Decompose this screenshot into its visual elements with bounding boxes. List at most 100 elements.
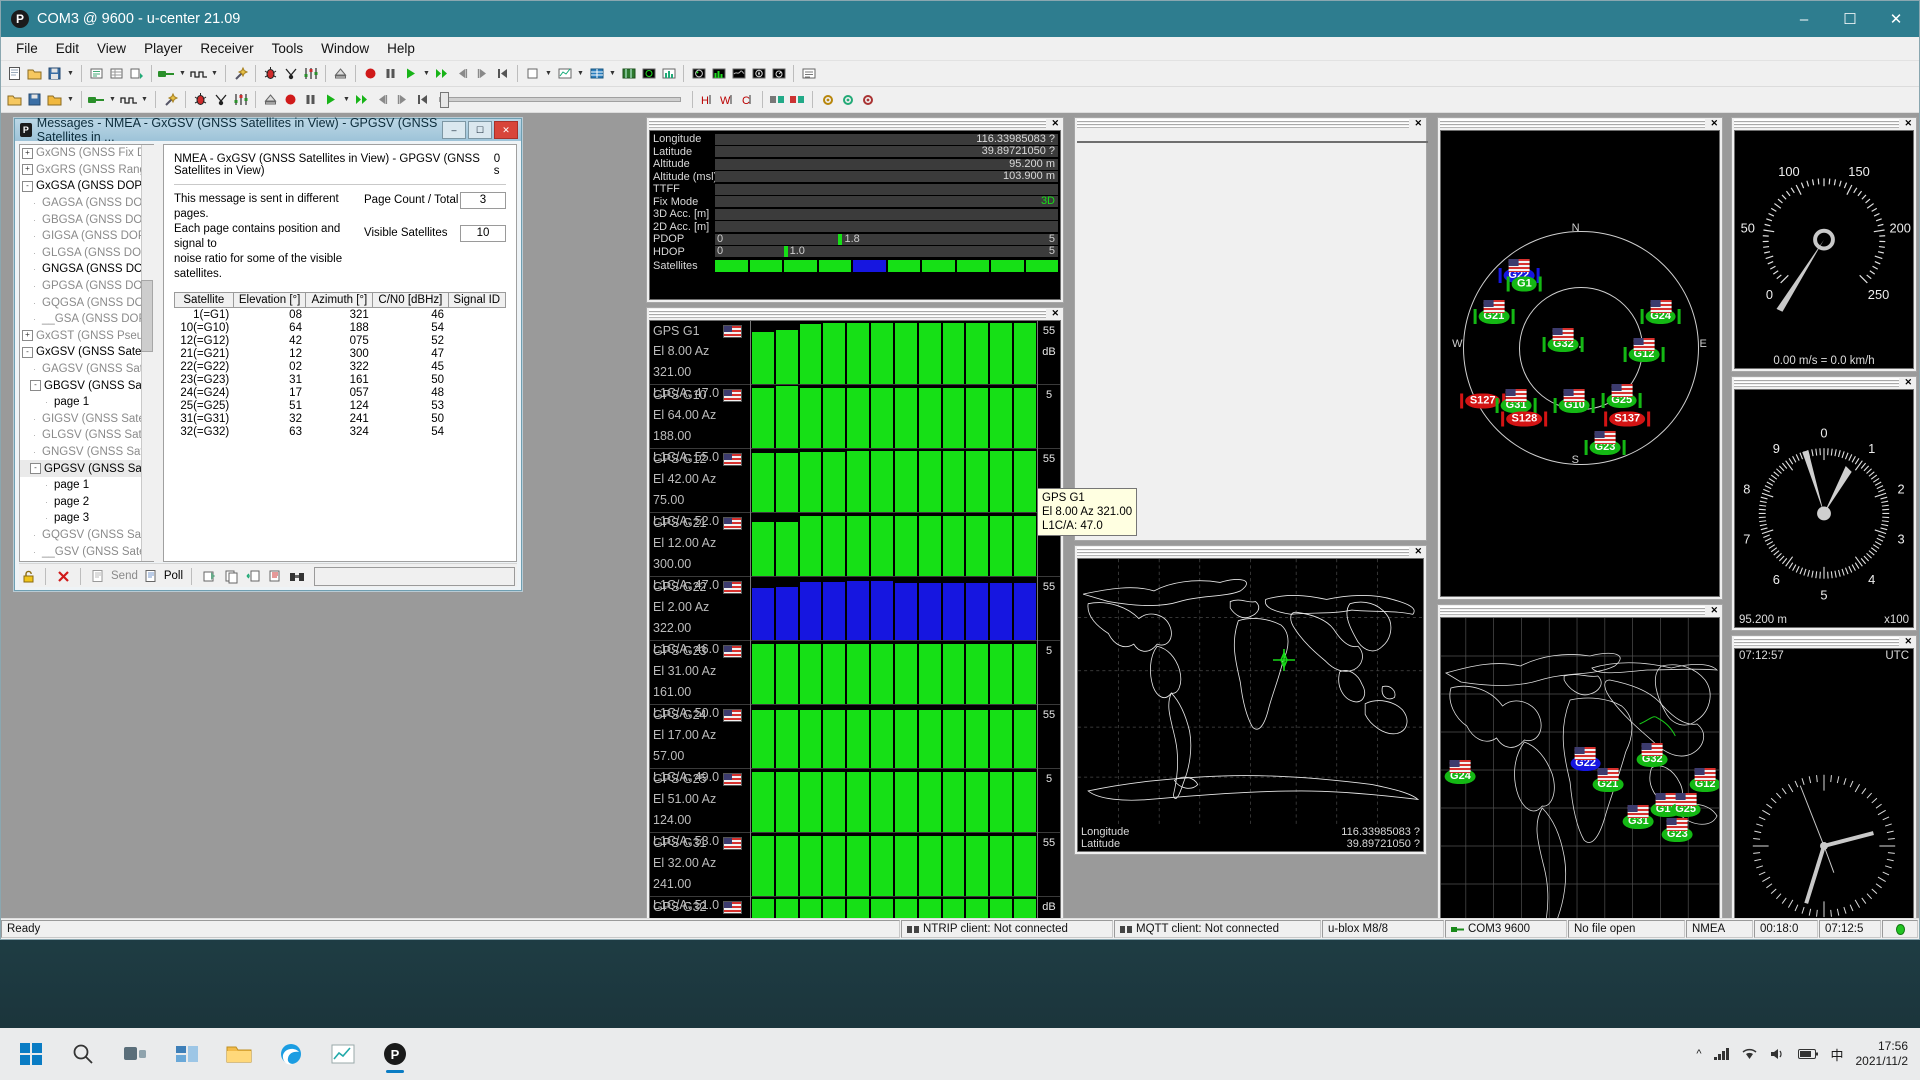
tree-leaf-icon[interactable]: · [42, 480, 51, 490]
tray-chevron-icon[interactable]: ^ [1696, 1048, 1701, 1060]
ground-track-canvas[interactable]: G24G22G21G32G12G10G25G31G23 [1440, 617, 1720, 918]
connect-icon[interactable] [157, 64, 176, 83]
debug-bug-icon[interactable] [261, 64, 280, 83]
drag-grip[interactable] [649, 309, 1046, 318]
epoch-dropdown-icon[interactable]: ▼ [543, 70, 554, 77]
collapse-icon[interactable]: - [22, 181, 33, 192]
tree-item[interactable]: ·__GSV (GNSS Satellite [20, 543, 154, 560]
port-connect-icon[interactable] [87, 90, 106, 109]
ground-track-satellite[interactable]: G21 [1592, 768, 1623, 792]
open-logfile-icon[interactable] [5, 90, 24, 109]
pause-icon[interactable] [381, 64, 400, 83]
tree-leaf-icon[interactable]: · [30, 530, 39, 540]
tree-item[interactable]: ·GAGSV (GNSS Satelli [20, 361, 154, 378]
signal-row-bars[interactable] [751, 449, 1037, 513]
baudrate-icon[interactable] [189, 64, 208, 83]
clear-messages-icon[interactable] [200, 567, 218, 585]
config-sliders-icon[interactable] [231, 90, 250, 109]
sky-satellite[interactable]: G23 [1590, 431, 1621, 455]
save-dropdown-icon[interactable]: ▼ [65, 70, 76, 77]
drag-grip[interactable] [1734, 637, 1899, 646]
record-list-icon[interactable] [87, 64, 106, 83]
network-icon[interactable] [1713, 1047, 1729, 1061]
widgets-button[interactable] [166, 1033, 208, 1075]
drag-grip[interactable] [1440, 606, 1705, 615]
tree-item[interactable]: +GxGNS (GNSS Fix Data) [20, 145, 154, 162]
collapse-icon[interactable]: - [22, 347, 33, 358]
tree-item[interactable]: ·page 1 [20, 477, 154, 494]
tree-item[interactable]: +GxGRS (GNSS Range Re [20, 162, 154, 179]
tree-scrollbar-thumb[interactable] [141, 280, 153, 352]
messages-close-button[interactable]: ✕ [494, 121, 518, 139]
tree-item[interactable]: -GPGSV (GNSS Satellit [20, 460, 154, 477]
tree-item[interactable]: ·GIGSA (GNSS DOP a [20, 228, 154, 245]
copy-icon[interactable] [222, 567, 240, 585]
tree-item[interactable]: ·page 2 [20, 493, 154, 510]
sky-satellite[interactable]: G10 [1559, 389, 1590, 413]
ime-indicator[interactable]: 中 [1830, 1045, 1843, 1064]
step-back-icon[interactable] [453, 64, 472, 83]
red-x-icon[interactable] [54, 567, 72, 585]
deviation-view-icon[interactable] [639, 64, 658, 83]
tools-gear1-icon[interactable] [818, 90, 837, 109]
tools-gear3-icon[interactable] [858, 90, 877, 109]
wifi-icon[interactable] [1741, 1047, 1758, 1061]
padlock-icon[interactable] [19, 567, 37, 585]
map-view-icon[interactable] [619, 64, 638, 83]
baudrate-dropdown-icon[interactable]: ▼ [209, 70, 220, 77]
edge-button[interactable] [270, 1033, 312, 1075]
collapse-icon[interactable]: - [30, 463, 41, 474]
pane-splitter[interactable] [154, 144, 163, 562]
drag-grip[interactable] [1077, 119, 1409, 128]
filter-w-icon[interactable]: W [718, 90, 737, 109]
sky-satellite[interactable]: G1 [1512, 277, 1537, 292]
skyview-icon[interactable] [689, 64, 708, 83]
tree-item[interactable]: ·page 3 [20, 510, 154, 527]
signal-row-bars[interactable] [751, 769, 1037, 833]
search-button[interactable] [62, 1033, 104, 1075]
expand-icon[interactable]: + [22, 148, 33, 159]
step-forward-icon[interactable] [473, 64, 492, 83]
close-icon[interactable]: ✕ [1049, 119, 1061, 128]
record-icon[interactable] [361, 64, 380, 83]
signal-row-bars[interactable] [751, 641, 1037, 705]
world-map-icon[interactable] [729, 64, 748, 83]
player-record-icon[interactable] [281, 90, 300, 109]
player-pause-icon[interactable] [301, 90, 320, 109]
tree-item[interactable]: ·GQGSA (GNSS DOP a [20, 294, 154, 311]
sky-satellite[interactable]: G32 [1548, 328, 1579, 352]
tree-leaf-icon[interactable]: · [30, 364, 39, 374]
fast-forward-icon[interactable] [433, 64, 452, 83]
messages-maximize-button[interactable]: ☐ [468, 121, 492, 139]
satellite-level-icon[interactable] [709, 64, 728, 83]
table-row[interactable]: 24(=G24)1705748 [175, 386, 506, 399]
play-dropdown-icon[interactable]: ▼ [421, 70, 432, 77]
ground-track-satellite[interactable]: G23 [1662, 818, 1693, 842]
open-file-icon[interactable] [25, 64, 44, 83]
tree-leaf-icon[interactable]: · [30, 447, 39, 457]
maximize-button[interactable]: ☐ [1827, 1, 1873, 37]
export-icon[interactable] [127, 64, 146, 83]
slider-thumb[interactable] [440, 92, 449, 108]
drag-grip[interactable] [649, 119, 1046, 128]
world-map-canvas[interactable]: Longitude116.33985083 ? Latitude39.89721… [1077, 558, 1424, 852]
tree-leaf-icon[interactable]: · [30, 248, 39, 258]
eject-icon[interactable] [331, 64, 350, 83]
magic-wand-icon[interactable] [161, 90, 180, 109]
tree-item[interactable]: ·GLGSV (GNSS Satellit [20, 427, 154, 444]
drag-grip[interactable] [1077, 547, 1409, 556]
sky-satellite[interactable]: G24 [1645, 300, 1676, 324]
save-icon[interactable] [45, 64, 64, 83]
epoch-select-icon[interactable] [523, 64, 542, 83]
tree-item[interactable]: ·GAGSA (GNSS DOP a [20, 195, 154, 212]
tree-leaf-icon[interactable]: · [30, 281, 39, 291]
table-row[interactable]: 32(=G32)6332454 [175, 425, 506, 438]
tree-leaf-icon[interactable]: · [30, 414, 39, 424]
drag-grip[interactable] [1440, 119, 1705, 128]
player-eject-icon[interactable] [261, 90, 280, 109]
tree-item[interactable]: -GxGSV (GNSS Satellites i [20, 344, 154, 361]
menu-file[interactable]: File [7, 39, 47, 58]
sky-satellite[interactable]: G12 [1629, 338, 1660, 362]
poll-icon[interactable] [142, 567, 160, 585]
sky-satellite[interactable]: S137 [1609, 412, 1645, 427]
